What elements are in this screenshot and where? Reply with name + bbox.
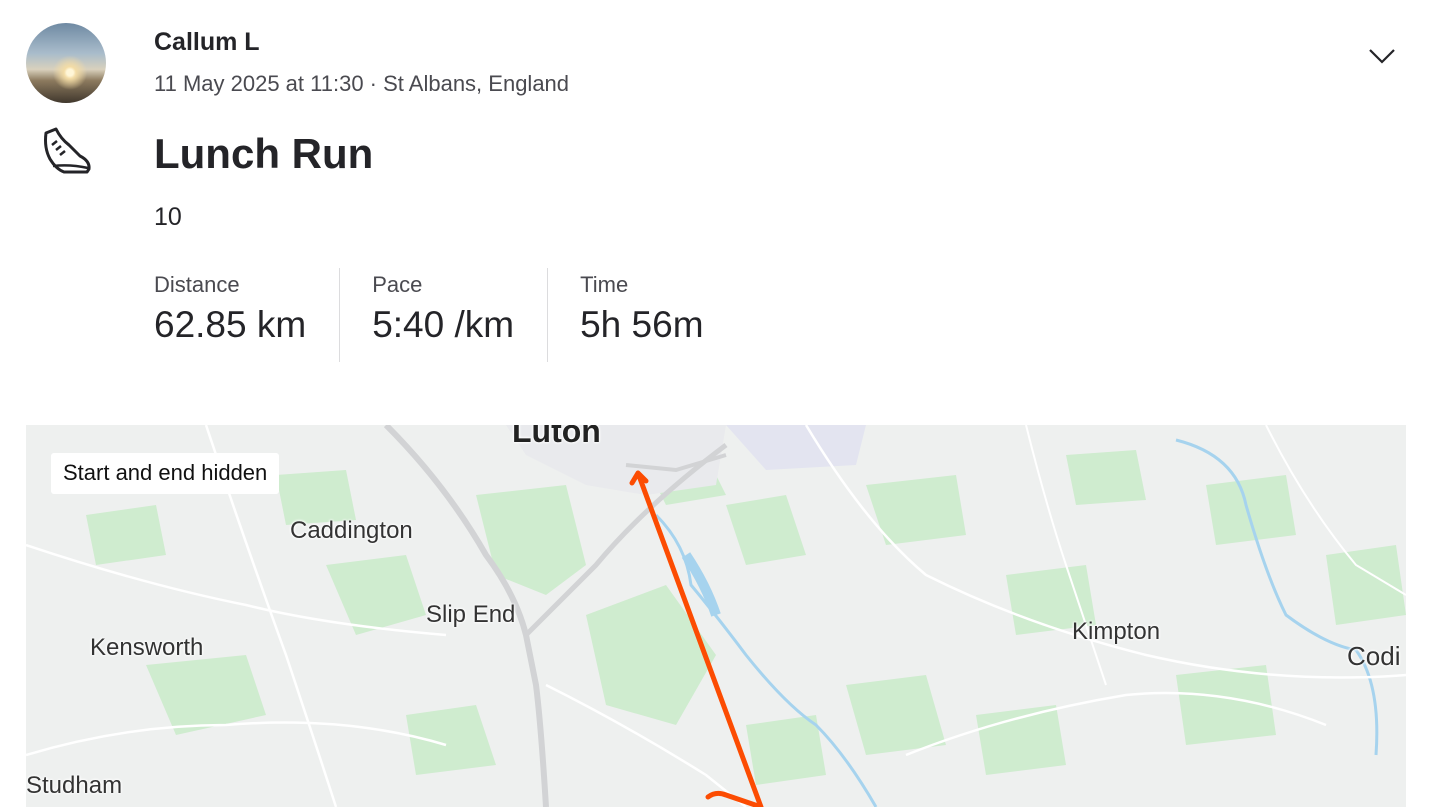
map-airport [726,425,866,470]
route-map[interactable]: Start and end hidden Luton Caddington Sl… [26,425,1406,807]
avatar[interactable] [26,23,106,103]
activity-datetime-location: 11 May 2025 at 11:30 · St Albans, Englan… [154,71,570,96]
stats-row: Distance 62.85 km Pace 5:40 /km Time 5h … [154,268,737,362]
stat-pace: Pace 5:40 /km [339,268,547,362]
stat-value: 5:40 /km [372,304,515,345]
stat-time: Time 5h 56m [547,268,736,362]
map-label-kensworth: Kensworth [90,634,204,661]
stat-label: Time [580,272,629,297]
stat-label: Pace [372,272,423,297]
stat-label: Distance [154,272,240,297]
map-label-kimpton: Kimpton [1072,618,1161,645]
chevron-down-icon[interactable] [1368,42,1396,68]
stat-value: 5h 56m [580,304,704,345]
map-parks [86,450,1406,785]
stat-value: 62.85 km [154,304,307,345]
privacy-badge: Start and end hidden [51,453,280,494]
map-label-slip-end: Slip End [426,601,516,628]
athlete-name[interactable]: Callum L [154,28,260,57]
running-shoe-icon [44,127,91,174]
map-label-studham: Studham [26,772,123,799]
activity-description: 10 [154,203,182,231]
map-label-codi: Codi [1347,641,1401,671]
map-label-luton: Luton [512,425,601,449]
stat-distance: Distance 62.85 km [154,268,339,362]
activity-title[interactable]: Lunch Run [154,130,373,178]
map-label-caddington: Caddington [290,517,413,544]
